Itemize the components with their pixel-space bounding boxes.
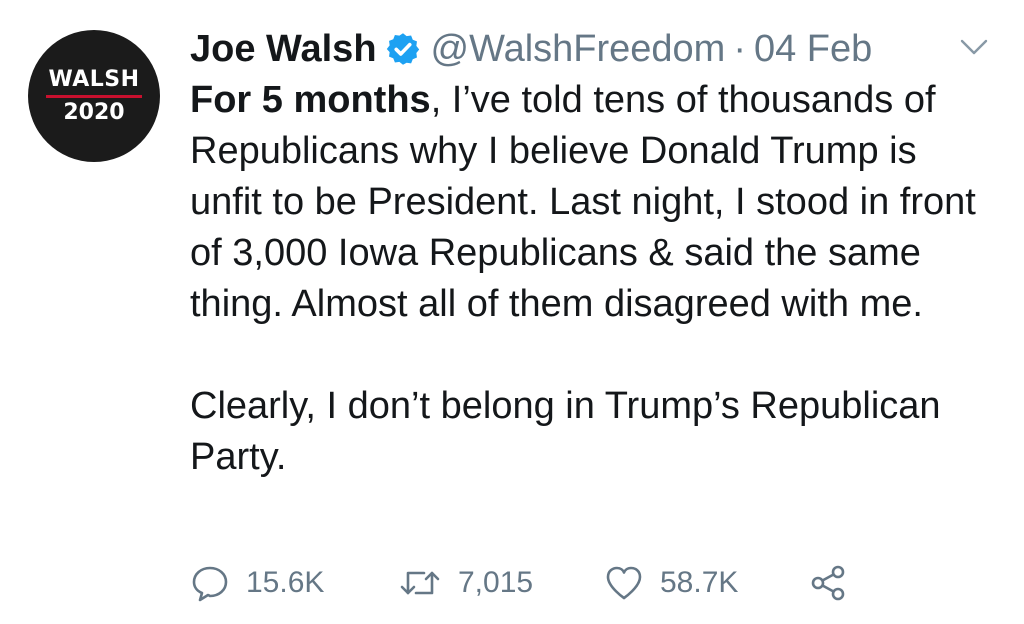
like-button[interactable]: 58.7K xyxy=(604,558,738,608)
like-count: 58.7K xyxy=(660,566,739,599)
tweet-text: For 5 months, I’ve told tens of thousand… xyxy=(190,75,990,483)
heart-icon xyxy=(606,566,642,600)
tweet-date[interactable]: 04 Feb xyxy=(754,28,872,71)
retweet-button[interactable]: 7,015 xyxy=(398,558,533,608)
share-button[interactable] xyxy=(808,558,864,608)
retweet-icon xyxy=(400,571,440,595)
retweet-count: 7,015 xyxy=(458,566,534,599)
author-name[interactable]: Joe Walsh xyxy=(190,28,377,71)
share-icon xyxy=(811,565,845,601)
avatar-year-text: 2020 xyxy=(63,99,125,125)
reply-bubble-icon xyxy=(192,566,228,602)
reply-button[interactable]: 15.6K xyxy=(190,558,324,608)
reply-count: 15.6K xyxy=(246,566,325,599)
avatar[interactable]: WALSH 2020 xyxy=(28,30,160,162)
tweet-paragraph-2: Clearly, I don’t belong in Trump’s Repub… xyxy=(190,385,941,478)
tweet-bold-lead: For 5 months xyxy=(190,79,431,121)
tweet[interactable]: WALSH 2020 Joe Walsh @WalshFreedom · 04 … xyxy=(0,0,1024,624)
tweet-actions: 15.6K 7,015 58.7K xyxy=(190,558,890,608)
chevron-down-icon[interactable] xyxy=(958,36,990,58)
verified-badge-icon xyxy=(386,33,419,65)
header-separator: · xyxy=(733,27,746,70)
tweet-paragraph-1: For 5 months, I’ve told tens of thousand… xyxy=(190,75,990,330)
author-handle[interactable]: @WalshFreedom xyxy=(431,28,726,71)
tweet-header: Joe Walsh @WalshFreedom · 04 Feb xyxy=(190,24,872,74)
avatar-name-text: WALSH xyxy=(48,66,140,92)
avatar-divider xyxy=(46,94,142,98)
